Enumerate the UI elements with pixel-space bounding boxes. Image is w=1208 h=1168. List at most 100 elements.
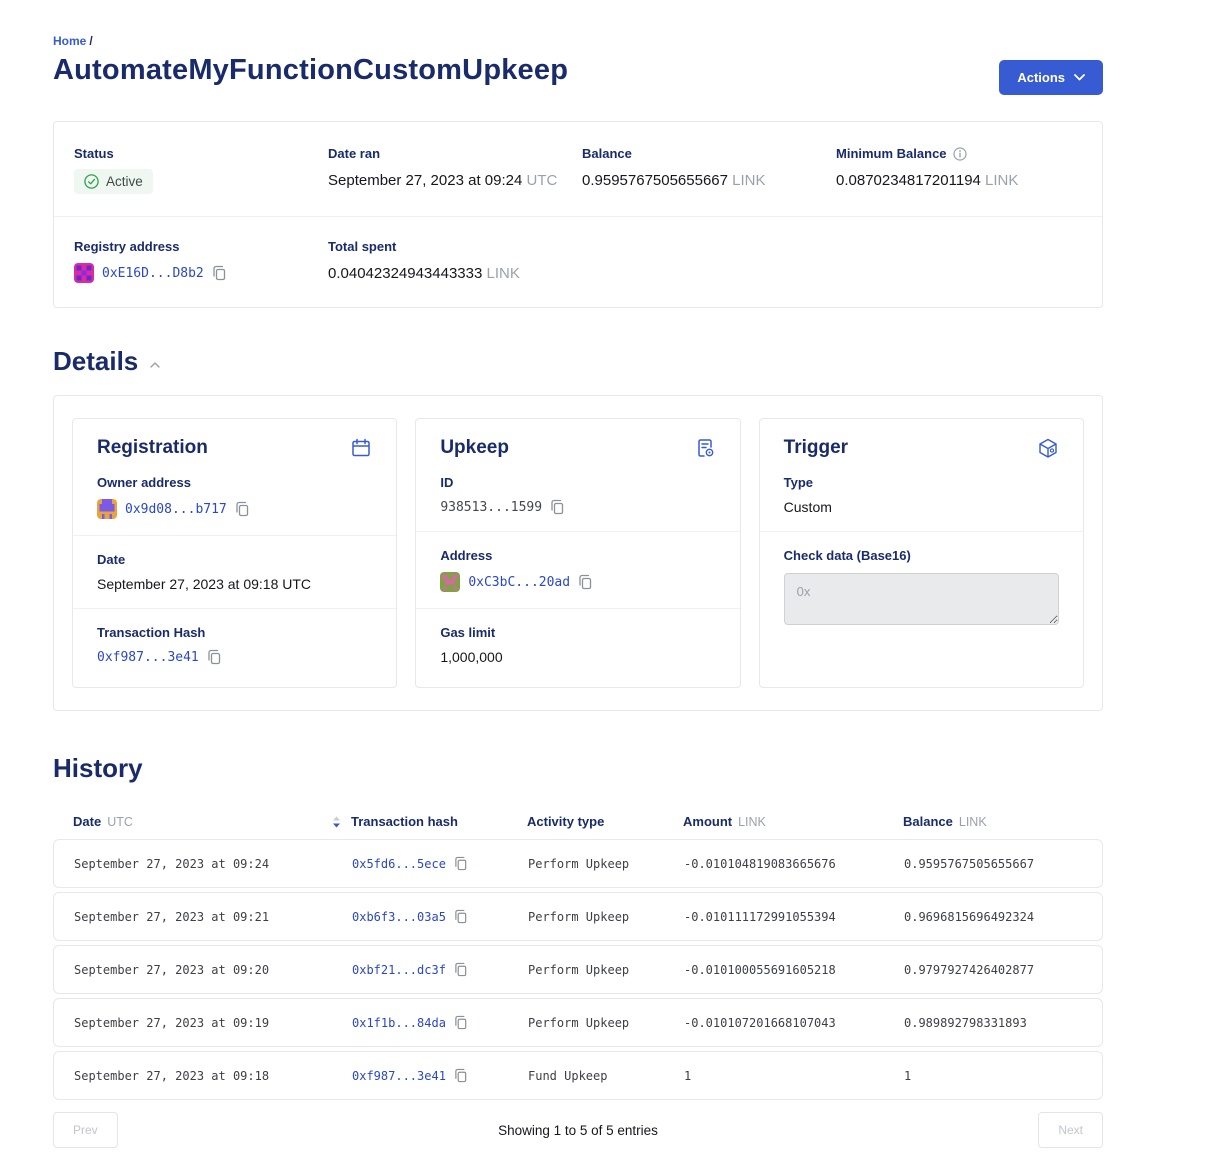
details-panel: Registration Owner address 0x9d08...b717… <box>53 395 1103 711</box>
row-balance: 0.9595767505655667 <box>904 857 1082 871</box>
upkeep-id-label: ID <box>440 475 715 490</box>
prev-page-button[interactable]: Prev <box>53 1112 118 1148</box>
amount-header-unit: LINK <box>738 815 766 829</box>
copy-owner-button[interactable] <box>235 501 250 517</box>
registration-date-value: September 27, 2023 at 09:18 UTC <box>97 576 372 592</box>
date-ran-value: September 27, 2023 at 09:24 <box>328 172 522 189</box>
copy-icon <box>550 499 565 515</box>
row-activity-type: Perform Upkeep <box>528 963 684 977</box>
copy-icon <box>454 962 468 977</box>
registry-label: Registry address <box>74 239 328 254</box>
total-spent-unit: LINK <box>487 265 520 282</box>
row-tx-link[interactable]: 0x5fd6...5ece <box>352 857 446 871</box>
copy-icon <box>454 909 468 924</box>
date-ran-timezone: UTC <box>526 172 557 189</box>
copy-registry-button[interactable] <box>212 265 227 281</box>
status-label: Status <box>74 146 328 161</box>
row-amount: -0.010100055691605218 <box>684 963 904 977</box>
row-tx-link[interactable]: 0xbf21...dc3f <box>352 963 446 977</box>
copy-icon <box>454 1015 468 1030</box>
row-amount: 1 <box>684 1069 904 1083</box>
chevron-up-icon <box>150 362 160 368</box>
min-balance-field: Minimum Balance 0.0870234817201194 LINK <box>836 146 1082 194</box>
row-balance: 0.9797927426402877 <box>904 963 1082 977</box>
column-header-activity: Activity type <box>527 814 683 829</box>
min-balance-unit: LINK <box>985 172 1018 189</box>
balance-label: Balance <box>582 146 836 161</box>
card-divider <box>416 608 739 609</box>
copy-row-tx-button[interactable] <box>454 909 468 924</box>
card-divider <box>760 531 1083 532</box>
row-amount: -0.010107201668107043 <box>684 1016 904 1030</box>
row-activity-type: Perform Upkeep <box>528 910 684 924</box>
table-row: September 27, 2023 at 09:21 0xb6f3...03a… <box>53 892 1103 941</box>
copy-row-tx-button[interactable] <box>454 856 468 871</box>
row-balance: 0.989892798331893 <box>904 1016 1082 1030</box>
copy-id-button[interactable] <box>550 499 565 515</box>
column-header-date[interactable]: Date UTC <box>73 814 351 829</box>
calendar-icon <box>350 437 372 459</box>
row-activity-type: Perform Upkeep <box>528 857 684 871</box>
gas-limit-label: Gas limit <box>440 625 715 640</box>
min-balance-value: 0.0870234817201194 <box>836 172 981 189</box>
balance-header-label: Balance <box>903 814 953 829</box>
upkeep-address-label: Address <box>440 548 715 563</box>
row-tx-link[interactable]: 0x1f1b...84da <box>352 1016 446 1030</box>
row-balance: 1 <box>904 1069 1082 1083</box>
pagination: Prev Showing 1 to 5 of 5 entries Next <box>53 1112 1103 1148</box>
history-table-header: Date UTC Transaction hash Activity type … <box>53 814 1103 829</box>
copy-upkeep-address-button[interactable] <box>578 574 593 590</box>
history-table-body: September 27, 2023 at 09:24 0x5fd6...5ec… <box>53 839 1103 1100</box>
copy-tx-button[interactable] <box>207 649 222 665</box>
page-container: Home/ AutomateMyFunctionCustomUpkeep Act… <box>53 0 1103 1168</box>
breadcrumb-home-link[interactable]: Home <box>53 34 86 48</box>
check-data-input[interactable] <box>784 573 1059 625</box>
breadcrumb-separator: / <box>89 34 92 48</box>
pagination-status: Showing 1 to 5 of 5 entries <box>498 1123 658 1138</box>
actions-button-label: Actions <box>1017 70 1065 85</box>
registry-field: Registry address 0xE16D...D8b2 <box>74 239 328 283</box>
registry-address-link[interactable]: 0xE16D...D8b2 <box>102 266 204 281</box>
info-circle-icon[interactable] <box>953 147 967 161</box>
row-date: September 27, 2023 at 09:24 <box>74 857 352 871</box>
registration-tx-link[interactable]: 0xf987...3e41 <box>97 650 199 665</box>
status-field: Status Active <box>74 146 328 194</box>
actions-button[interactable]: Actions <box>999 60 1103 95</box>
row-date: September 27, 2023 at 09:20 <box>74 963 352 977</box>
row-tx-link[interactable]: 0xf987...3e41 <box>352 1069 446 1083</box>
activity-header-label: Activity type <box>527 814 604 829</box>
copy-icon <box>235 501 250 517</box>
row-amount: -0.010111172991055394 <box>684 910 904 924</box>
page-title: AutomateMyFunctionCustomUpkeep <box>53 54 568 87</box>
min-balance-label: Minimum Balance <box>836 146 947 161</box>
column-header-balance: BalanceLINK <box>903 814 1083 829</box>
total-spent-label: Total spent <box>328 239 582 254</box>
row-activity-type: Fund Upkeep <box>528 1069 684 1083</box>
sort-date-button[interactable] <box>332 816 341 828</box>
owner-address-label: Owner address <box>97 475 372 490</box>
upkeep-address-identicon <box>440 572 460 592</box>
row-tx-link[interactable]: 0xb6f3...03a5 <box>352 910 446 924</box>
card-divider <box>73 535 396 536</box>
copy-row-tx-button[interactable] <box>454 962 468 977</box>
row-balance: 0.9696815696492324 <box>904 910 1082 924</box>
column-header-tx: Transaction hash <box>351 814 527 829</box>
row-date: September 27, 2023 at 09:19 <box>74 1016 352 1030</box>
table-row: September 27, 2023 at 09:20 0xbf21...dc3… <box>53 945 1103 994</box>
balance-field: Balance 0.9595767505655667 LINK <box>582 146 836 194</box>
upkeep-card: Upkeep ID 938513...1599 Address 0xC3bC..… <box>415 418 740 688</box>
owner-address-link[interactable]: 0x9d08...b717 <box>125 502 227 517</box>
details-collapse-toggle[interactable] <box>148 360 162 370</box>
summary-divider <box>54 216 1102 217</box>
summary-card: Status Active Date ran September 27, 202… <box>53 121 1103 308</box>
next-page-button[interactable]: Next <box>1038 1112 1103 1148</box>
card-divider <box>416 531 739 532</box>
balance-unit: LINK <box>732 172 765 189</box>
upkeep-address-link[interactable]: 0xC3bC...20ad <box>468 575 570 590</box>
copy-row-tx-button[interactable] <box>454 1068 468 1083</box>
copy-row-tx-button[interactable] <box>454 1015 468 1030</box>
card-divider <box>73 608 396 609</box>
sort-arrows-icon <box>332 816 341 828</box>
registry-identicon <box>74 263 94 283</box>
copy-icon <box>578 574 593 590</box>
